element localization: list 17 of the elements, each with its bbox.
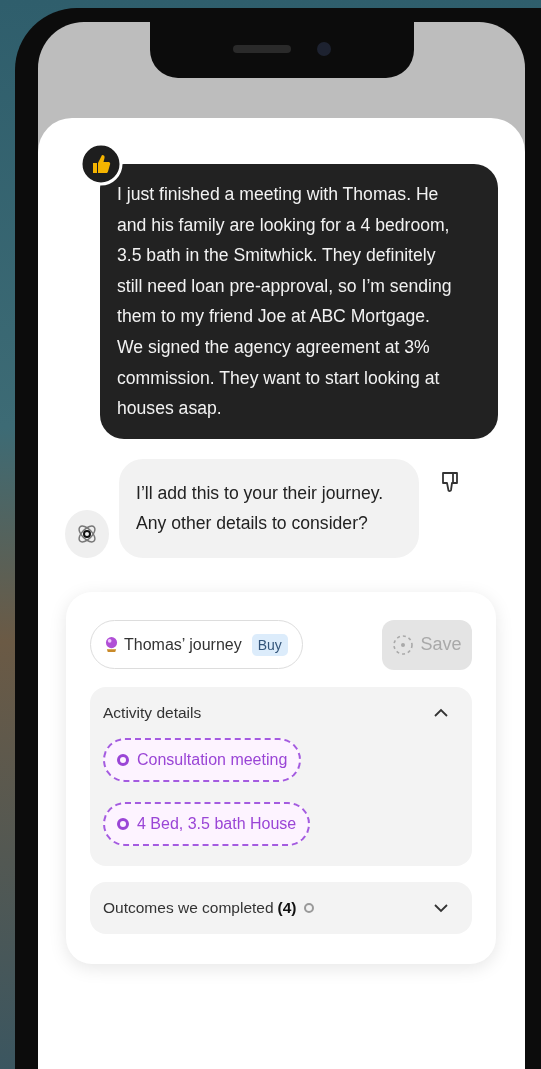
chevron-down-icon[interactable]: [434, 902, 448, 913]
journey-name: Thomas’ journey: [124, 635, 242, 654]
loading-icon: [392, 633, 415, 656]
activity-chip[interactable]: 4 Bed, 3.5 bath House: [103, 801, 311, 846]
assistant-message: I’ll add this to your their journey. Any other details to consider?: [119, 458, 419, 558]
section-title[interactable]: Outcomes we completed: [103, 898, 274, 917]
thumbs-down-icon[interactable]: [441, 470, 461, 495]
thumbs-up-avatar-icon: [79, 142, 123, 186]
journey-tag: Buy: [251, 633, 288, 656]
chevron-up-icon[interactable]: [434, 707, 448, 718]
section-title[interactable]: Activity details: [103, 703, 202, 722]
activity-chip[interactable]: Consultation meeting: [103, 737, 302, 782]
section-count: (4): [277, 898, 297, 917]
user-message: I just finished a meeting with Thomas. He and his family are looking for a 4 bedroom, 3.5 bath in the Smitwhick. They definitely still need loan pre-approval, so I’m sending them to my friend Joe at ABC Mortgage. We signed the agency agreement at 3% commission. They want to start looking at houses asap.: [100, 164, 498, 439]
status-dot-icon: [303, 902, 314, 913]
crystal-ball-icon: [105, 636, 118, 654]
assistant-avatar-icon: [65, 509, 109, 558]
